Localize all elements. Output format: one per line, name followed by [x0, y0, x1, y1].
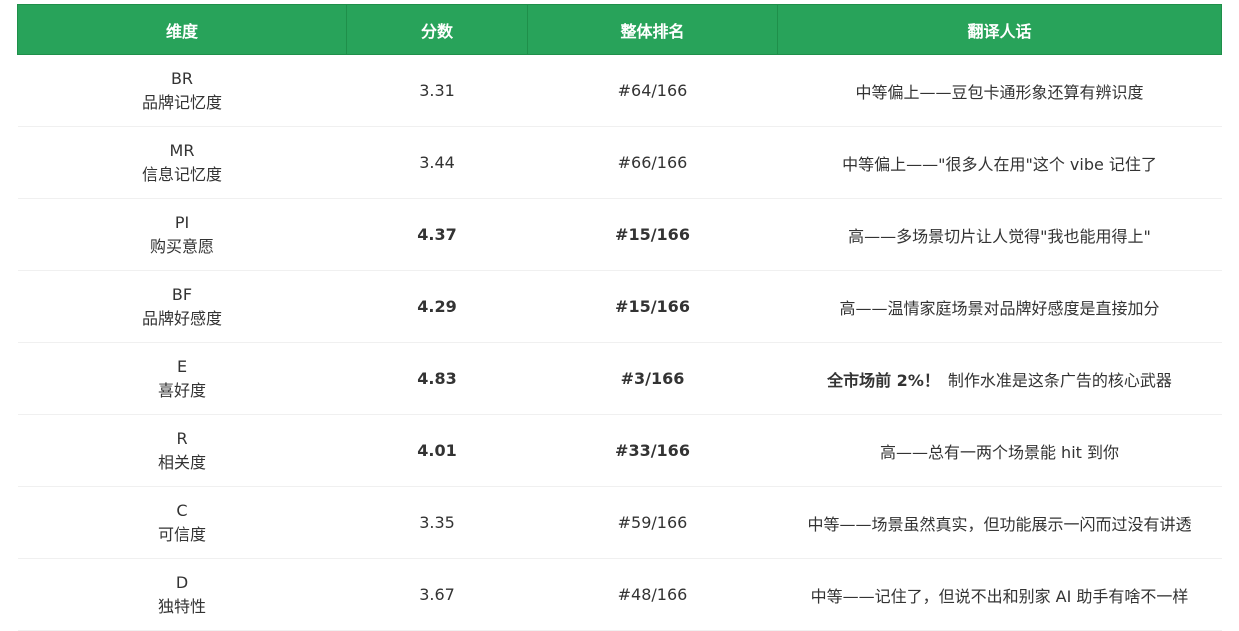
- rank-cell: #15/166: [527, 270, 778, 343]
- dimension-code: MR: [169, 140, 195, 160]
- score-cell: 3.31: [346, 54, 528, 127]
- score-cell: 4.37: [346, 198, 528, 271]
- score-cell: 4.29: [346, 270, 528, 343]
- plain-words-text: 中等——场景虽然真实，但功能展示一闪而过没有讲透: [807, 514, 1192, 534]
- dimension-code: PI: [174, 212, 190, 232]
- dimension-cell: D 独特性: [17, 558, 347, 631]
- plain-words-text: 制作水准是这条广告的核心武器: [947, 370, 1172, 390]
- dimension-cell: E 喜好度: [17, 342, 347, 415]
- plain-words-cell: 中等偏上——"很多人在用"这个 vibe 记住了: [777, 126, 1222, 199]
- header-plain-words: 翻译人话: [777, 4, 1222, 55]
- rank-cell: #66/166: [527, 126, 778, 199]
- dimension-code: BF: [171, 284, 193, 304]
- dimension-cell: PI 购买意愿: [17, 198, 347, 271]
- table-body: BR 品牌记忆度 3.31 #64/166 中等偏上——豆包卡通形象还算有辨识度 MR 信息…: [17, 54, 1222, 631]
- score-table-container: 维度 分数 整体排名 翻译人话 BR 品牌记忆度 3.31 #64/166 中等偏上——…: [17, 4, 1222, 631]
- header-dimension: 维度: [17, 4, 347, 55]
- dimension-code: C: [176, 500, 188, 520]
- rank-cell: #48/166: [527, 558, 778, 631]
- plain-words-cell: 中等——场景虽然真实，但功能展示一闪而过没有讲透: [777, 486, 1222, 559]
- plain-words-text: 中等偏上——"很多人在用"这个 vibe 记住了: [842, 154, 1157, 174]
- dimension-name: 品牌记忆度: [141, 92, 222, 112]
- dimension-cell: MR 信息记忆度: [17, 126, 347, 199]
- score-cell: 4.83: [346, 342, 528, 415]
- plain-words-cell: 全市场前 2%！ 制作水准是这条广告的核心武器: [777, 342, 1222, 415]
- plain-words-text: 中等偏上——豆包卡通形象还算有辨识度: [855, 82, 1144, 102]
- rank-cell: #15/166: [527, 198, 778, 271]
- rank-cell: #33/166: [527, 414, 778, 487]
- plain-words-cell: 高——温情家庭场景对品牌好感度是直接加分: [777, 270, 1222, 343]
- plain-words-text: 中等——记住了，但说不出和别家 AI 助手有啥不一样: [810, 586, 1189, 606]
- dimension-code: BR: [170, 68, 194, 88]
- dimension-name: 品牌好感度: [141, 308, 222, 328]
- header-score: 分数: [346, 4, 528, 55]
- dimension-cell: BF 品牌好感度: [17, 270, 347, 343]
- score-cell: 3.67: [346, 558, 528, 631]
- header-rank: 整体排名: [527, 4, 778, 55]
- dimension-name: 相关度: [157, 452, 206, 472]
- table-row: MR 信息记忆度 3.44 #66/166 中等偏上——"很多人在用"这个 vibe 记…: [17, 126, 1222, 199]
- plain-words-cell: 高——总有一两个场景能 hit 到你: [777, 414, 1222, 487]
- rank-cell: #64/166: [527, 54, 778, 127]
- rank-cell: #3/166: [527, 342, 778, 415]
- dimension-name: 独特性: [157, 596, 206, 616]
- dimension-code: E: [176, 356, 188, 376]
- dimension-cell: R 相关度: [17, 414, 347, 487]
- table-row: R 相关度 4.01 #33/166 高——总有一两个场景能 hit 到你: [17, 414, 1222, 487]
- score-cell: 4.01: [346, 414, 528, 487]
- dimension-name: 信息记忆度: [141, 164, 222, 184]
- score-cell: 3.44: [346, 126, 528, 199]
- dimension-name: 喜好度: [157, 380, 206, 400]
- plain-words-highlight: 全市场前 2%！: [827, 370, 940, 390]
- rank-cell: #59/166: [527, 486, 778, 559]
- plain-words-cell: 中等偏上——豆包卡通形象还算有辨识度: [777, 54, 1222, 127]
- table-row: E 喜好度 4.83 #3/166 全市场前 2%！ 制作水准是这条广告的核心武器: [17, 342, 1222, 415]
- table-header: 维度 分数 整体排名 翻译人话: [17, 4, 1222, 55]
- dimension-code: D: [175, 572, 189, 592]
- table-row: D 独特性 3.67 #48/166 中等——记住了，但说不出和别家 AI 助手有啥不一…: [17, 558, 1222, 631]
- score-table: 维度 分数 整体排名 翻译人话 BR 品牌记忆度 3.31 #64/166 中等偏上——…: [17, 4, 1222, 631]
- table-row: BF 品牌好感度 4.29 #15/166 高——温情家庭场景对品牌好感度是直接加分: [17, 270, 1222, 343]
- header-row: 维度 分数 整体排名 翻译人话: [17, 4, 1222, 55]
- plain-words-text: 高——多场景切片让人觉得"我也能用得上": [848, 226, 1151, 246]
- table-row: BR 品牌记忆度 3.31 #64/166 中等偏上——豆包卡通形象还算有辨识度: [17, 54, 1222, 127]
- plain-words-cell: 高——多场景切片让人觉得"我也能用得上": [777, 198, 1222, 271]
- score-cell: 3.35: [346, 486, 528, 559]
- plain-words-text: 高——总有一两个场景能 hit 到你: [879, 442, 1120, 462]
- dimension-name: 购买意愿: [149, 236, 214, 256]
- dimension-cell: BR 品牌记忆度: [17, 54, 347, 127]
- dimension-name: 可信度: [157, 524, 206, 544]
- plain-words-text: 高——温情家庭场景对品牌好感度是直接加分: [839, 298, 1160, 318]
- dimension-code: R: [176, 428, 188, 448]
- table-row: C 可信度 3.35 #59/166 中等——场景虽然真实，但功能展示一闪而过没有讲透: [17, 486, 1222, 559]
- plain-words-cell: 中等——记住了，但说不出和别家 AI 助手有啥不一样: [777, 558, 1222, 631]
- dimension-cell: C 可信度: [17, 486, 347, 559]
- table-row: PI 购买意愿 4.37 #15/166 高——多场景切片让人觉得"我也能用得上": [17, 198, 1222, 271]
